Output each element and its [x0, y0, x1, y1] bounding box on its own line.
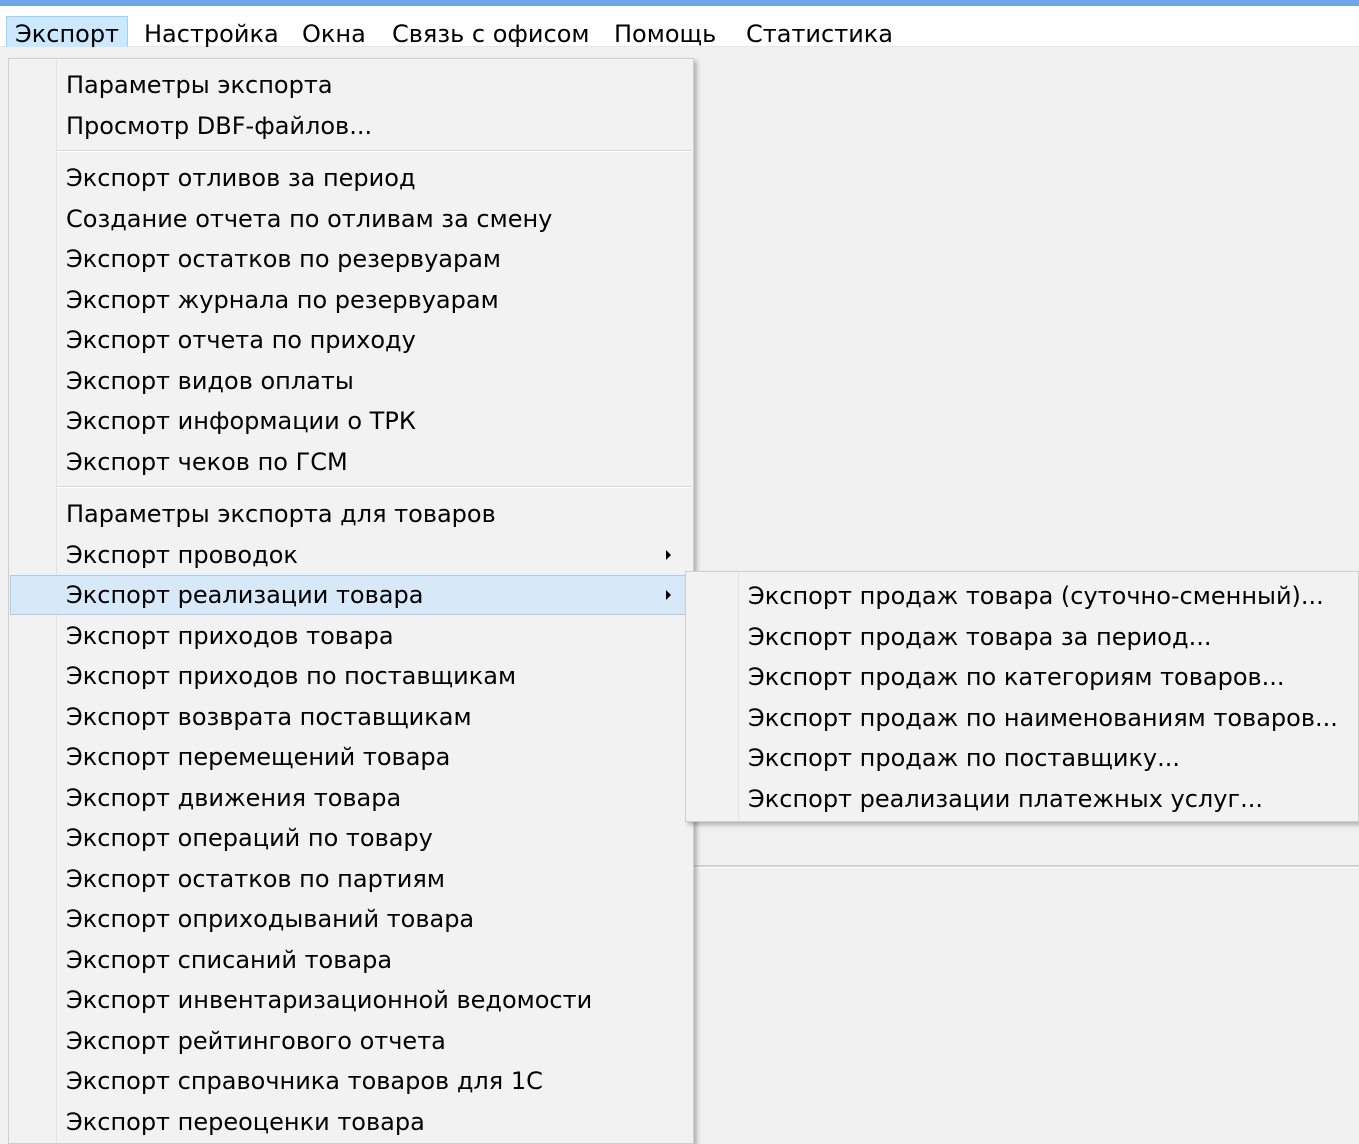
menu-item-label: Экспорт оприходываний товара: [66, 905, 475, 933]
menu-item[interactable]: Экспорт оприходываний товара: [10, 899, 692, 939]
menu-item[interactable]: Экспорт переоценки товара: [10, 1102, 692, 1142]
workspace-divider: [692, 865, 1359, 868]
left-edge: [0, 47, 8, 1144]
menu-item-label: Экспорт справочника товаров для 1С: [66, 1067, 543, 1095]
menu-item-label: Экспорт отливов за период: [66, 164, 416, 192]
menu-item[interactable]: Экспорт остатков по партиям: [10, 859, 692, 899]
menu-item-label: Экспорт отчета по приходу: [66, 326, 416, 354]
menu-item-label: Экспорт инвентаризационной ведомости: [66, 986, 593, 1014]
submenu-item[interactable]: Экспорт продаж по поставщику...: [687, 738, 1357, 778]
menu-item[interactable]: Просмотр DBF-файлов...: [10, 106, 692, 146]
submenu-item[interactable]: Экспорт продаж по наименованиям товаров.…: [687, 698, 1357, 738]
menu-item[interactable]: Создание отчета по отливам за смену: [10, 199, 692, 239]
menu-item-label: Экспорт переоценки товара: [66, 1108, 425, 1136]
menu-item-label: Параметры экспорта для товаров: [66, 500, 496, 528]
menu-item-label: Экспорт реализации товара: [66, 581, 424, 609]
menu-item[interactable]: Экспорт движения товара: [10, 778, 692, 818]
menu-item[interactable]: Экспорт справочника товаров для 1С: [10, 1061, 692, 1101]
submenu-item-label: Экспорт продаж товара за период...: [748, 623, 1212, 651]
menu-item[interactable]: Экспорт приходов товара: [10, 616, 692, 656]
submenu-item-label: Экспорт реализации платежных услуг...: [748, 785, 1263, 813]
menu-item[interactable]: Экспорт чеков по ГСМ: [10, 442, 692, 482]
submenu-item[interactable]: Экспорт продаж по категориям товаров...: [687, 657, 1357, 697]
submenu-arrow-icon: [666, 550, 671, 560]
menu-item[interactable]: Экспорт проводок: [10, 535, 692, 575]
menu-item-label: Экспорт движения товара: [66, 784, 402, 812]
menu-item-label: Экспорт возврата поставщикам: [66, 703, 472, 731]
submenu-item[interactable]: Экспорт продаж товара (суточно-сменный).…: [687, 576, 1357, 616]
menu-item[interactable]: Экспорт журнала по резервуарам: [10, 280, 692, 320]
menu-item-label: Экспорт видов оплаты: [66, 367, 354, 395]
menu-item[interactable]: Экспорт отчета по приходу: [10, 320, 692, 360]
sales-export-submenu: Экспорт продаж товара (суточно-сменный).…: [685, 571, 1359, 822]
menu-separator: [57, 486, 691, 488]
menu-item[interactable]: Экспорт реализации товара: [10, 575, 692, 615]
menu-item[interactable]: Экспорт информации о ТРК: [10, 401, 692, 441]
menu-item-label: Экспорт рейтингового отчета: [66, 1027, 446, 1055]
menu-item-label: Создание отчета по отливам за смену: [66, 205, 553, 233]
menu-item[interactable]: Параметры экспорта: [10, 65, 692, 105]
menu-item-label: Экспорт журнала по резервуарам: [66, 286, 499, 314]
submenu-item-label: Экспорт продаж по наименованиям товаров.…: [748, 704, 1338, 732]
menu-item-label: Экспорт приходов товара: [66, 622, 394, 650]
menu-item[interactable]: Экспорт списаний товара: [10, 940, 692, 980]
menu-item[interactable]: Экспорт инвентаризационной ведомости: [10, 980, 692, 1020]
menu-item-label: Экспорт приходов по поставщикам: [66, 662, 517, 690]
menu-separator: [57, 150, 691, 152]
menu-bar: Экспорт Настройка Окна Связь с офисом По…: [0, 6, 1359, 53]
menu-item-label: Экспорт информации о ТРК: [66, 407, 416, 435]
menu-item-label: Экспорт перемещений товара: [66, 743, 451, 771]
menu-item[interactable]: Экспорт возврата поставщикам: [10, 697, 692, 737]
submenu-item-label: Экспорт продаж по категориям товаров...: [748, 663, 1285, 691]
menu-item-label: Экспорт проводок: [66, 541, 298, 569]
export-dropdown-menu: Параметры экспорта Просмотр DBF-файлов...…: [8, 58, 694, 1144]
menu-item[interactable]: Экспорт операций по товару: [10, 818, 692, 858]
menu-item[interactable]: Экспорт приходов по поставщикам: [10, 656, 692, 696]
menu-item-label: Экспорт остатков по резервуарам: [66, 245, 502, 273]
submenu-item-label: Экспорт продаж по поставщику...: [748, 744, 1181, 772]
menu-item[interactable]: Экспорт рейтингового отчета: [10, 1021, 692, 1061]
menu-item-label: Экспорт списаний товара: [66, 946, 393, 974]
menu-item-label: Экспорт чеков по ГСМ: [66, 448, 348, 476]
menu-item-label: Просмотр DBF-файлов...: [66, 112, 373, 140]
menu-item-label: Экспорт операций по товару: [66, 824, 433, 852]
menu-item[interactable]: Экспорт отливов за период: [10, 158, 692, 198]
menu-item[interactable]: Параметры экспорта для товаров: [10, 494, 692, 534]
menu-item[interactable]: Экспорт остатков по резервуарам: [10, 239, 692, 279]
submenu-arrow-icon: [666, 590, 671, 600]
submenu-item[interactable]: Экспорт реализации платежных услуг...: [687, 779, 1357, 819]
submenu-item-label: Экспорт продаж товара (суточно-сменный).…: [748, 582, 1324, 610]
menu-item[interactable]: Экспорт перемещений товара: [10, 737, 692, 777]
menu-item[interactable]: Экспорт видов оплаты: [10, 361, 692, 401]
menu-item-label: Экспорт остатков по партиям: [66, 865, 445, 893]
menu-item-label: Параметры экспорта: [66, 71, 333, 99]
submenu-item[interactable]: Экспорт продаж товара за период...: [687, 617, 1357, 657]
